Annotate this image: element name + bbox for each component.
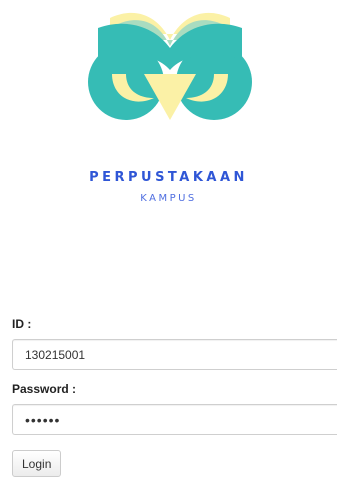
id-input[interactable] [12,339,337,370]
app-subtitle: KAMPUS [140,193,197,204]
owl-book-icon [88,12,252,120]
login-button[interactable]: Login [12,450,62,477]
password-input[interactable] [12,404,337,435]
id-label: ID : [12,317,32,331]
login-form: ID : Password : Login [12,316,337,477]
app-title: PERPUSTAKAAN [89,170,248,185]
password-label: Password : [12,382,77,396]
